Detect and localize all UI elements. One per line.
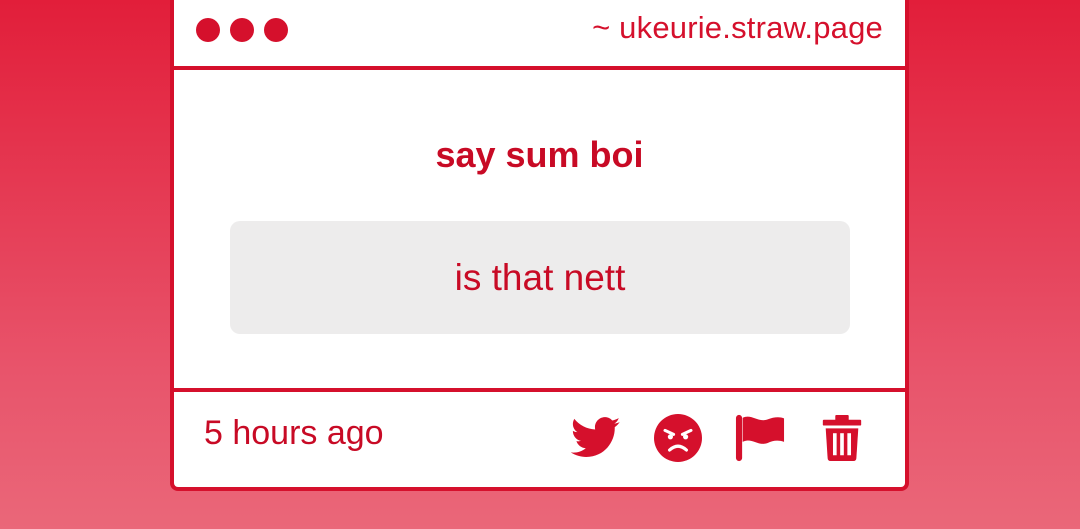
action-bar [569,411,869,465]
answer-text: is that nett [454,256,626,298]
page-url[interactable]: ~ ukeurie.straw.page [592,10,883,46]
angry-face-icon [654,414,702,462]
card-content: say sum boi is that nett [174,70,905,388]
prompt-title: say sum boi [435,134,644,175]
twitter-share-button[interactable] [569,411,623,465]
delete-button[interactable] [815,411,869,465]
trash-icon [822,415,862,461]
timestamp: 5 hours ago [204,414,384,452]
twitter-icon [571,417,621,457]
report-button[interactable] [733,411,787,465]
window-dot [264,18,288,42]
window-dots [196,18,288,42]
angry-react-button[interactable] [651,411,705,465]
answer-box: is that nett [230,221,850,334]
window-dot [230,18,254,42]
message-card: ~ ukeurie.straw.page say sum boi is that… [170,0,909,491]
card-footer: 5 hours ago [174,388,905,487]
window-dot [196,18,220,42]
window-titlebar: ~ ukeurie.straw.page [174,0,905,70]
flag-icon [735,414,785,462]
